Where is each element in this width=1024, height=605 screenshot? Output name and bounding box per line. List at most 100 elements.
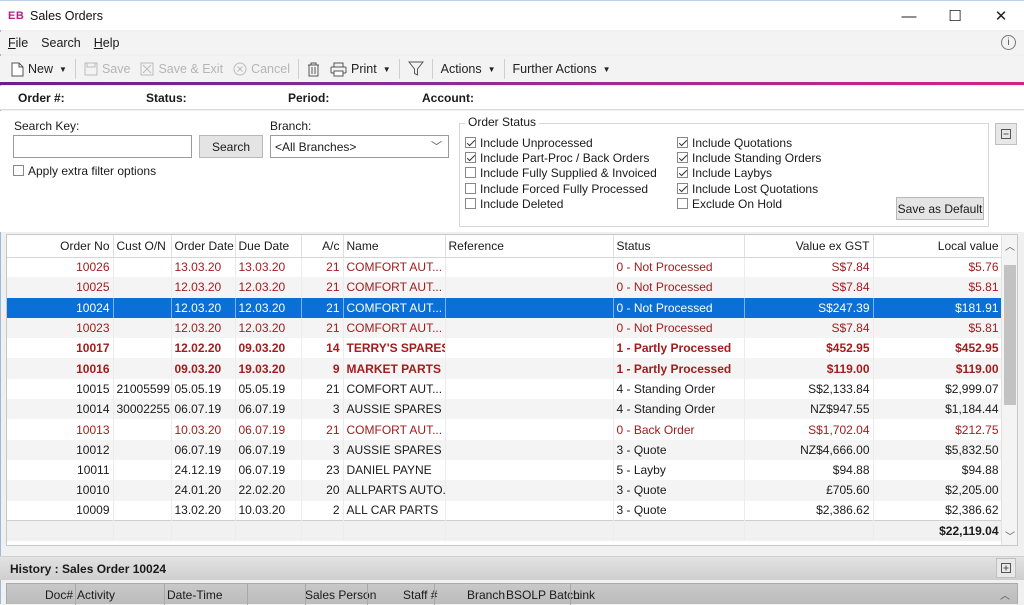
col-header-name[interactable]: Name — [343, 235, 446, 258]
ac-cell: 21 — [301, 277, 344, 298]
col-header-due-date[interactable]: Due Date — [235, 235, 302, 258]
order-status-checkbox[interactable]: Include Lost Quotations — [677, 182, 818, 196]
col-header-status[interactable]: Status — [613, 235, 745, 258]
cust-on-cell: 30002255 — [113, 399, 172, 420]
apply-extra-filter-checkbox[interactable]: Apply extra filter options — [13, 164, 156, 178]
search-button[interactable]: Search — [199, 135, 263, 158]
grid-vertical-scrollbar[interactable]: ︿ ﹀ — [1001, 235, 1017, 545]
table-row[interactable]: 10010 24.01.20 22.02.20 20 ALLPARTS AUTO... 3… — [7, 480, 1003, 501]
due-date-cell: 13.03.20 — [235, 257, 302, 278]
col-header-order-date[interactable]: Order Date — [171, 235, 236, 258]
table-row[interactable]: 10014 30002255 06.07.19 06.07.19 3 AUSSIE SPA… — [7, 399, 1003, 420]
menu-search[interactable]: Search — [33, 36, 86, 50]
table-row[interactable]: 10015 21005599 05.05.19 05.05.19 21 COMFORT A… — [7, 378, 1003, 400]
table-row[interactable]: 10016 09.03.20 19.03.20 9 MARKET PARTS 1 - Pa… — [7, 358, 1003, 379]
further-actions-menu[interactable]: Further Actions ▼ — [508, 58, 616, 80]
order-status-checkbox[interactable]: Include Standing Orders — [677, 151, 821, 165]
search-key-input[interactable] — [13, 135, 192, 158]
col-header-ac[interactable]: A/c — [301, 235, 344, 258]
print-button[interactable]: Print ▼ — [325, 58, 396, 80]
new-dropdown-icon[interactable]: ▼ — [59, 65, 67, 74]
cust-on-cell — [113, 358, 172, 379]
collapse-filter-button[interactable] — [995, 123, 1017, 145]
table-row[interactable]: 10012 06.07.19 06.07.19 3 AUSSIE SPARES 3 - Q… — [7, 439, 1003, 460]
save-exit-button[interactable]: Save & Exit — [135, 58, 228, 80]
order-status-checkbox[interactable]: Include Deleted — [465, 197, 563, 211]
order-date-cell: 12.03.20 — [171, 277, 236, 298]
history-col-doc[interactable]: Doc# — [45, 588, 73, 602]
due-date-cell: 19.03.20 — [235, 358, 302, 379]
table-row[interactable]: 10023 12.03.20 12.03.20 21 COMFORT AUT... 0 -… — [7, 317, 1003, 339]
value-ex-gst-cell: NZ$947.55 — [744, 399, 874, 420]
app-logo-icon: EB — [8, 9, 25, 22]
history-scroll-up-icon[interactable]: ︿ — [997, 584, 1013, 604]
print-dropdown-icon[interactable]: ▼ — [383, 65, 391, 74]
table-row[interactable]: 10013 10.03.20 06.07.19 21 COMFORT AUT... 0 -… — [7, 419, 1003, 440]
total-local-value: $22,119.04 — [873, 520, 1003, 541]
name-cell: MARKET PARTS — [343, 358, 446, 379]
order-no-cell: 10015 — [7, 378, 114, 400]
order-status-checkbox[interactable]: Include Fully Supplied & Invoiced — [465, 166, 657, 180]
new-label: New — [28, 62, 54, 76]
history-col-activity[interactable]: Activity — [77, 588, 115, 602]
apply-extra-filter-label: Apply extra filter options — [28, 164, 157, 178]
menu-help[interactable]: Help — [86, 36, 125, 50]
scrollbar-thumb[interactable] — [1004, 265, 1016, 405]
scroll-down-icon[interactable]: ﹀ — [1002, 527, 1017, 543]
new-document-icon — [11, 62, 24, 76]
maximize-button[interactable]: ☐ — [932, 1, 978, 31]
branch-select[interactable]: <All Branches> ﹀ — [270, 135, 449, 158]
scroll-up-icon[interactable]: ︿ — [1002, 237, 1017, 253]
cancel-button[interactable]: Cancel — [228, 58, 295, 80]
history-col-link[interactable]: Link — [573, 588, 595, 602]
col-header-order-no[interactable]: Order No — [7, 235, 114, 258]
table-row[interactable]: 10026 13.03.20 13.03.20 21 COMFORT AUT... 0 -… — [7, 257, 1003, 278]
close-button[interactable]: ✕ — [978, 1, 1024, 31]
value-ex-gst-cell: NZ$4,666.00 — [744, 439, 874, 460]
table-row[interactable]: 10011 24.12.19 06.07.19 23 DANIEL PAYNE 5 - L… — [7, 459, 1003, 481]
name-cell: DANIEL PAYNE — [343, 459, 446, 481]
order-status-checkbox[interactable]: Exclude On Hold — [677, 197, 782, 211]
order-status-checkbox[interactable]: Include Quotations — [677, 136, 792, 150]
column-divider — [247, 584, 248, 605]
col-header-reference[interactable]: Reference — [445, 235, 614, 258]
order-status-checkbox[interactable]: Include Unprocessed — [465, 136, 593, 150]
history-col-sales-person[interactable]: Sales Person — [305, 588, 376, 602]
menu-file[interactable]: File — [0, 36, 33, 50]
col-header-cust-on[interactable]: Cust O/N — [113, 235, 172, 258]
table-row[interactable]: 10017 12.02.20 09.03.20 14 TERRY'S SPARES 1 -… — [7, 338, 1003, 359]
expand-history-button[interactable] — [996, 558, 1016, 578]
further-actions-dropdown-icon: ▼ — [602, 64, 611, 74]
actions-label: Actions — [440, 62, 482, 76]
new-button[interactable]: New ▼ — [6, 58, 72, 80]
history-col-bsolp-batch[interactable]: BSOLP Batch — [506, 588, 580, 602]
filter-button[interactable] — [403, 58, 429, 80]
save-button[interactable]: Save — [79, 58, 136, 80]
table-row[interactable]: 10009 13.02.20 10.03.20 2 ALL CAR PARTS 3 - Q… — [7, 500, 1003, 521]
history-col-staff[interactable]: Staff # — [403, 588, 437, 602]
order-status-checkbox[interactable]: Include Forced Fully Processed — [465, 182, 648, 196]
actions-menu[interactable]: Actions ▼ — [436, 58, 501, 80]
reference-cell — [445, 338, 614, 359]
delete-button[interactable] — [302, 58, 325, 80]
total-cell — [613, 520, 745, 541]
col-header-local-value[interactable]: Local value — [873, 235, 1003, 258]
history-col-date-time[interactable]: Date-Time — [167, 588, 223, 602]
status-cell: 0 - Not Processed — [613, 277, 745, 298]
order-no-cell: 10013 — [7, 419, 114, 440]
table-row[interactable]: 10025 12.03.20 12.03.20 21 COMFORT AUT... 0 -… — [7, 277, 1003, 298]
order-status-checkbox[interactable]: Include Laybys — [677, 166, 772, 180]
order-status-option-label: Include Unprocessed — [480, 136, 593, 150]
ac-cell: 14 — [301, 338, 344, 359]
info-icon[interactable]: i — [1001, 35, 1016, 50]
order-date-cell: 05.05.19 — [171, 378, 236, 400]
col-header-value-ex-gst[interactable]: Value ex GST — [744, 235, 874, 258]
table-row[interactable]: 10024 12.03.20 12.03.20 21 COMFORT AUT... 0 -… — [7, 297, 1003, 318]
minimize-button[interactable]: — — [886, 1, 932, 31]
save-as-default-button[interactable]: Save as Default — [896, 197, 984, 220]
ac-cell: 2 — [301, 500, 344, 521]
history-col-branch[interactable]: Branch — [467, 588, 505, 602]
order-no-cell: 10025 — [7, 277, 114, 298]
order-status-checkbox[interactable]: Include Part-Proc / Back Orders — [465, 151, 649, 165]
order-status-option-label: Include Deleted — [480, 196, 564, 211]
